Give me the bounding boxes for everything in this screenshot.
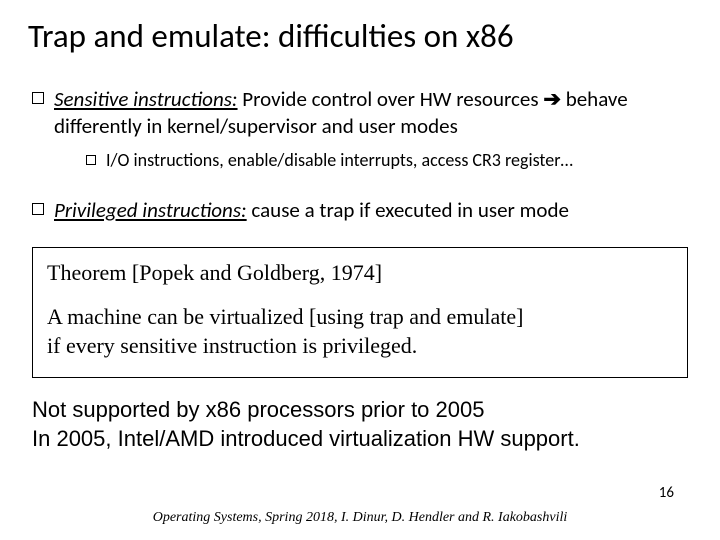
slide: Trap and emulate: difficulties on x86 Se… bbox=[0, 0, 720, 540]
bullet-text: I/O instructions, enable/disable interru… bbox=[106, 149, 692, 172]
bullet-text: Sensitive instructions: Provide control … bbox=[54, 86, 692, 140]
theorem-box: Theorem [Popek and Goldberg, 1974] A mac… bbox=[32, 247, 688, 378]
bullet-privileged: Privileged instructions: cause a trap if… bbox=[32, 197, 692, 223]
arrow-icon: ➔ bbox=[543, 88, 561, 111]
theorem-line-1: A machine can be virtualized [using trap… bbox=[47, 302, 673, 332]
bullet-icon bbox=[32, 203, 44, 215]
bullet-text: Privileged instructions: cause a trap if… bbox=[54, 197, 692, 223]
bullet-sensitive: Sensitive instructions: Provide control … bbox=[32, 86, 692, 140]
sensitive-desc-a: Provide control over HW resources bbox=[238, 86, 544, 112]
support-note: Not supported by x86 processors prior to… bbox=[32, 396, 688, 453]
sensitive-term: Sensitive instructions: bbox=[54, 86, 238, 112]
bullet-sensitive-sub: I/O instructions, enable/disable interru… bbox=[86, 149, 692, 172]
privileged-desc: cause a trap if executed in user mode bbox=[247, 197, 569, 223]
slide-title: Trap and emulate: difficulties on x86 bbox=[28, 18, 692, 56]
bullet-icon bbox=[86, 155, 96, 165]
bullet-icon bbox=[32, 92, 44, 104]
note-line-1: Not supported by x86 processors prior to… bbox=[32, 396, 688, 425]
theorem-line-2: if every sensitive instruction is privil… bbox=[47, 331, 673, 361]
theorem-heading: Theorem [Popek and Goldberg, 1974] bbox=[47, 258, 673, 288]
note-line-2: In 2005, Intel/AMD introduced virtualiza… bbox=[32, 425, 688, 454]
footer-citation: Operating Systems, Spring 2018, I. Dinur… bbox=[0, 510, 720, 526]
privileged-term: Privileged instructions: bbox=[54, 197, 247, 223]
spacer bbox=[28, 175, 692, 197]
page-number: 16 bbox=[659, 484, 674, 502]
